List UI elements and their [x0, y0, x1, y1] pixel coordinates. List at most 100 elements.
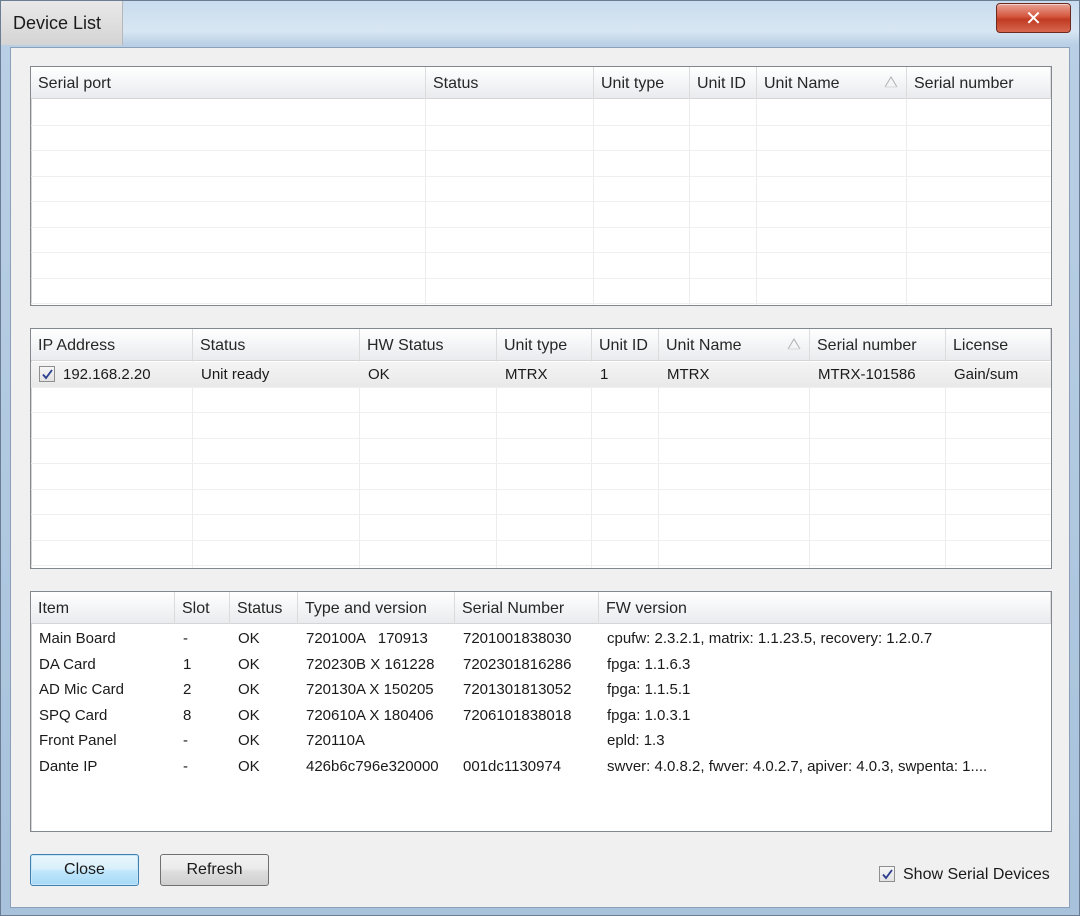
cell-status: OK — [238, 630, 260, 647]
window-close-button[interactable]: ✕ — [996, 3, 1071, 33]
column-gridline — [906, 99, 907, 305]
cell-status: OK — [238, 681, 260, 698]
column-gridline — [809, 361, 810, 568]
column-header-type-and-version[interactable]: Type and version — [298, 592, 455, 624]
column-header-unit-id[interactable]: Unit ID — [592, 329, 659, 361]
cell-type-and-version: 720130A X 150205 — [306, 681, 434, 698]
row-gridline — [31, 463, 1051, 464]
cell-fw-version: cpufw: 2.3.2.1, matrix: 1.1.23.5, recove… — [607, 630, 933, 647]
column-header-serial-port[interactable]: Serial port — [31, 67, 426, 99]
table-row[interactable]: Main Board - OK 720100A 170913 7201001838030… — [31, 626, 1051, 651]
column-header-item[interactable]: Item — [31, 592, 175, 624]
table-row[interactable]: Dante IP - OK 426b6c796e320000 001dc1130974 s… — [31, 754, 1051, 779]
column-header-license[interactable]: License — [946, 329, 1051, 361]
column-header-hw-status[interactable]: HW Status — [360, 329, 497, 361]
column-gridline — [658, 361, 659, 568]
close-icon: ✕ — [1025, 7, 1042, 30]
cell-serial-number: 7206101838018 — [463, 706, 572, 724]
cell-serial-number — [455, 728, 599, 753]
close-button[interactable]: Close — [30, 854, 139, 886]
column-gridline — [192, 361, 193, 568]
cell-fw-version: fpga: 1.1.6.3 — [607, 655, 691, 673]
cell-item: Main Board — [39, 630, 116, 647]
serial-table-header: Serial port Status Unit type Unit ID Unit Na… — [31, 67, 1051, 99]
cell-hw-status: OK — [368, 366, 390, 383]
row-gridline — [31, 437, 1051, 439]
column-header-status[interactable]: Status — [426, 67, 594, 99]
column-gridline — [591, 361, 592, 568]
cell-fw-version: fpga: 1.1.5.1 — [607, 681, 691, 698]
column-gridline — [359, 361, 360, 568]
column-header-unit-id[interactable]: Unit ID — [690, 67, 757, 99]
cell-serial: MTRX-101586 — [818, 366, 916, 383]
title-bar[interactable]: Device List ✕ — [1, 1, 1079, 47]
cell-slot: - — [183, 630, 188, 647]
row-gridline — [31, 412, 1051, 413]
column-header-fw-version[interactable]: FW version — [599, 592, 1051, 624]
ip-devices-table[interactable]: IP Address Status HW Status Unit type Unit I… — [30, 328, 1052, 569]
device-items-table[interactable]: Item Slot Status Type and version Serial Num… — [30, 591, 1052, 832]
column-header-unit-type[interactable]: Unit type — [497, 329, 592, 361]
cell-serial-number: 7201001838030 — [463, 630, 572, 647]
table-row[interactable]: 192.168.2.20 Unit ready OK MTRX 1 MTRX MTRX-10… — [31, 362, 1051, 387]
checkmark-icon — [881, 868, 893, 879]
serial-devices-table[interactable]: Serial port Status Unit type Unit ID Unit Na… — [30, 66, 1052, 306]
cell-type-and-version: 720610A X 180406 — [306, 706, 434, 724]
row-gridline — [31, 303, 1051, 304]
show-serial-devices-checkbox[interactable] — [879, 866, 895, 882]
cell-status: OK — [238, 757, 260, 775]
table-row[interactable]: AD Mic Card 2 OK 720130A X 150205 7201301813… — [31, 677, 1051, 702]
column-header-unit-type[interactable]: Unit type — [594, 67, 690, 99]
cell-slot: 8 — [183, 706, 192, 724]
row-select-checkbox[interactable] — [39, 366, 55, 382]
column-gridline — [496, 361, 497, 568]
table-row[interactable]: DA Card 1 OK 720230B X 161228 7202301816286 f… — [31, 652, 1051, 677]
cell-item: DA Card — [39, 655, 96, 673]
sort-ascending-icon — [787, 338, 801, 350]
cell-type-and-version: 720110A — [306, 732, 365, 749]
cell-type-and-version: 720230B X 161228 — [306, 655, 435, 673]
cell-ip: 192.168.2.20 — [63, 366, 151, 383]
row-gridline — [31, 226, 1051, 228]
cell-slot: - — [183, 732, 188, 749]
cell-item: Front Panel — [39, 732, 117, 749]
row-gridline — [31, 514, 1051, 515]
column-header-status[interactable]: Status — [230, 592, 298, 624]
cell-status: OK — [238, 655, 260, 673]
column-header-status[interactable]: Status — [193, 329, 360, 361]
column-gridline — [425, 99, 426, 305]
sort-ascending-icon — [884, 76, 898, 88]
column-header-unit-name[interactable]: Unit Name — [659, 329, 810, 361]
row-gridline — [31, 150, 1051, 151]
cell-status: OK — [238, 732, 260, 749]
cell-item: AD Mic Card — [39, 681, 125, 698]
column-header-serial-number[interactable]: Serial number — [810, 329, 946, 361]
column-header-unit-name[interactable]: Unit Name — [757, 67, 907, 99]
checkmark-icon — [41, 368, 53, 379]
row-gridline — [31, 175, 1051, 177]
column-header-ip-address[interactable]: IP Address — [31, 329, 193, 361]
cell-item: SPQ Card — [39, 706, 108, 724]
column-header-serial-number[interactable]: Serial Number — [455, 592, 599, 624]
column-header-slot[interactable]: Slot — [175, 592, 230, 624]
cell-type-and-version: 426b6c796e320000 — [306, 757, 439, 775]
table-row[interactable]: SPQ Card 8 OK 720610A X 180406 7206101838018… — [31, 703, 1051, 728]
cell-serial-number: 7202301816286 — [463, 655, 572, 673]
cell-slot: 1 — [183, 655, 192, 673]
cell-item: Dante IP — [39, 757, 98, 775]
column-header-serial-number[interactable]: Serial number — [907, 67, 1051, 99]
cell-license: Gain/sum — [954, 366, 1019, 383]
refresh-button[interactable]: Refresh — [160, 854, 269, 886]
row-gridline — [31, 124, 1051, 126]
row-gridline — [31, 488, 1051, 490]
row-gridline — [31, 565, 1051, 566]
show-serial-devices-label: Show Serial Devices — [903, 866, 1050, 883]
cell-status: OK — [238, 706, 260, 724]
dialog-client-area: Serial port Status Unit type Unit ID Unit Na… — [10, 47, 1070, 908]
cell-unit-id: 1 — [600, 366, 609, 383]
cell-unit-name: MTRX — [667, 366, 710, 383]
refresh-button-label: Refresh — [186, 861, 243, 878]
table-row[interactable]: Front Panel - OK 720110A epld: 1.3 — [31, 728, 1051, 753]
items-table-header: Item Slot Status Type and version Serial Num… — [31, 592, 1051, 624]
cell-status: Unit ready — [201, 366, 270, 383]
